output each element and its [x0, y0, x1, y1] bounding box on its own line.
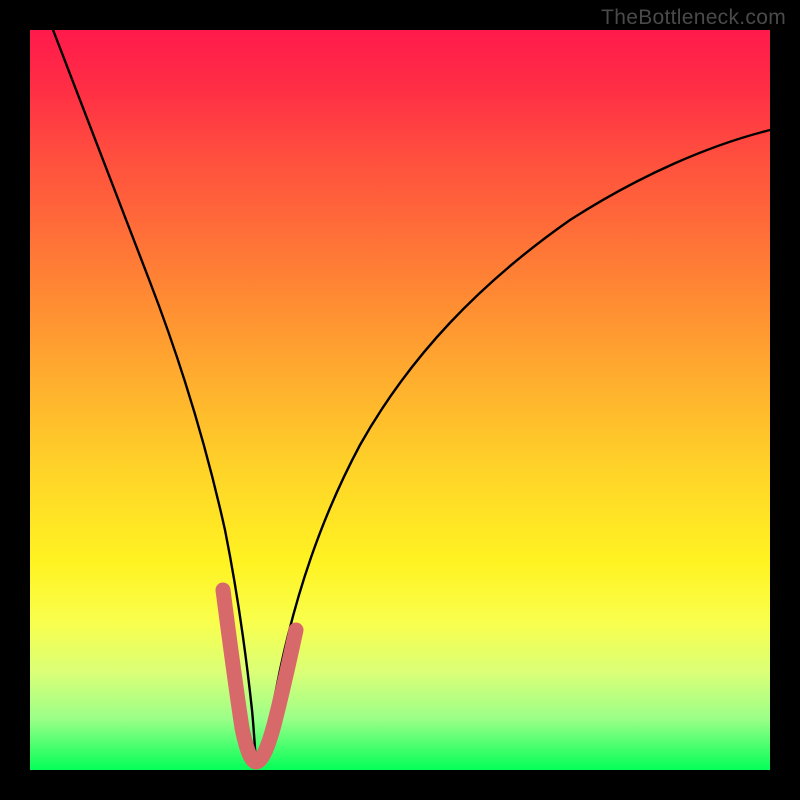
outer-frame: TheBottleneck.com	[0, 0, 800, 800]
bottleneck-curve	[30, 0, 770, 763]
curve-layer	[30, 30, 770, 770]
plot-area	[30, 30, 770, 770]
watermark-text: TheBottleneck.com	[601, 6, 786, 30]
optimal-zone-highlight	[223, 590, 296, 762]
